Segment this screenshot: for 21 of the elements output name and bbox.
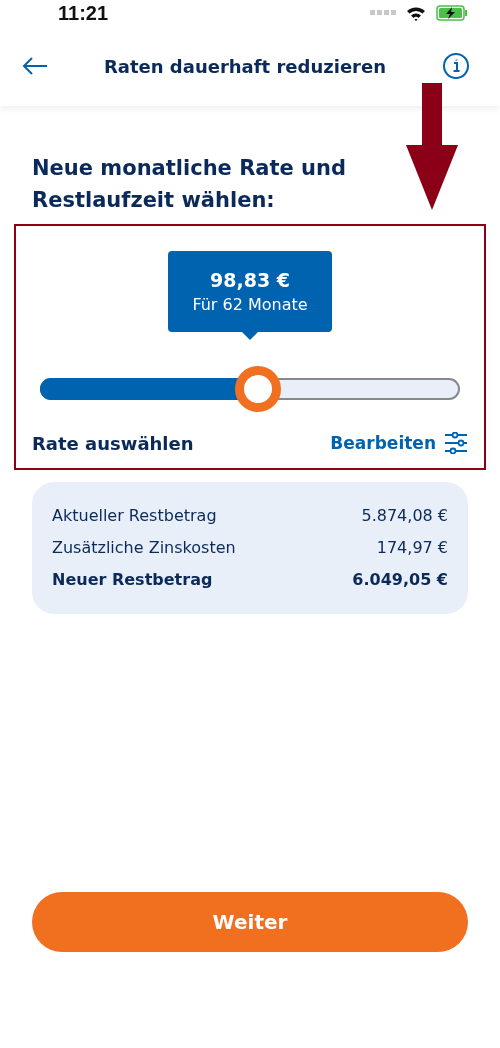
battery-icon xyxy=(436,5,468,21)
rate-duration: Für 62 Monate xyxy=(192,295,308,314)
info-icon[interactable] xyxy=(442,52,470,80)
status-time: 11:21 xyxy=(58,1,109,25)
rate-slider-track[interactable] xyxy=(40,366,460,412)
screen-title: Raten dauerhaft reduzieren xyxy=(103,55,386,77)
edit-button[interactable]: Bearbeiten xyxy=(330,432,468,454)
summary-label: Aktueller Restbetrag xyxy=(52,505,217,527)
summary-value: 174,97 € xyxy=(376,537,448,559)
sliders-icon xyxy=(444,432,468,454)
summary-label: Neuer Restbetrag xyxy=(52,569,213,591)
summary-value: 6.049,05 € xyxy=(352,569,448,591)
rate-amount: 98,83 € xyxy=(210,269,290,291)
wifi-icon xyxy=(406,5,426,21)
rate-slider-thumb[interactable] xyxy=(235,366,282,412)
summary-label: Zusätzliche Zinskosten xyxy=(52,537,236,559)
signal-icon xyxy=(370,10,396,16)
back-arrow-icon[interactable] xyxy=(22,57,48,75)
section-heading: Neue monatliche Rate und Restlaufzeit wählen: xyxy=(32,155,347,214)
summary-value: 5.874,08 € xyxy=(361,505,448,527)
slider-label: Rate auswählen xyxy=(32,432,194,454)
